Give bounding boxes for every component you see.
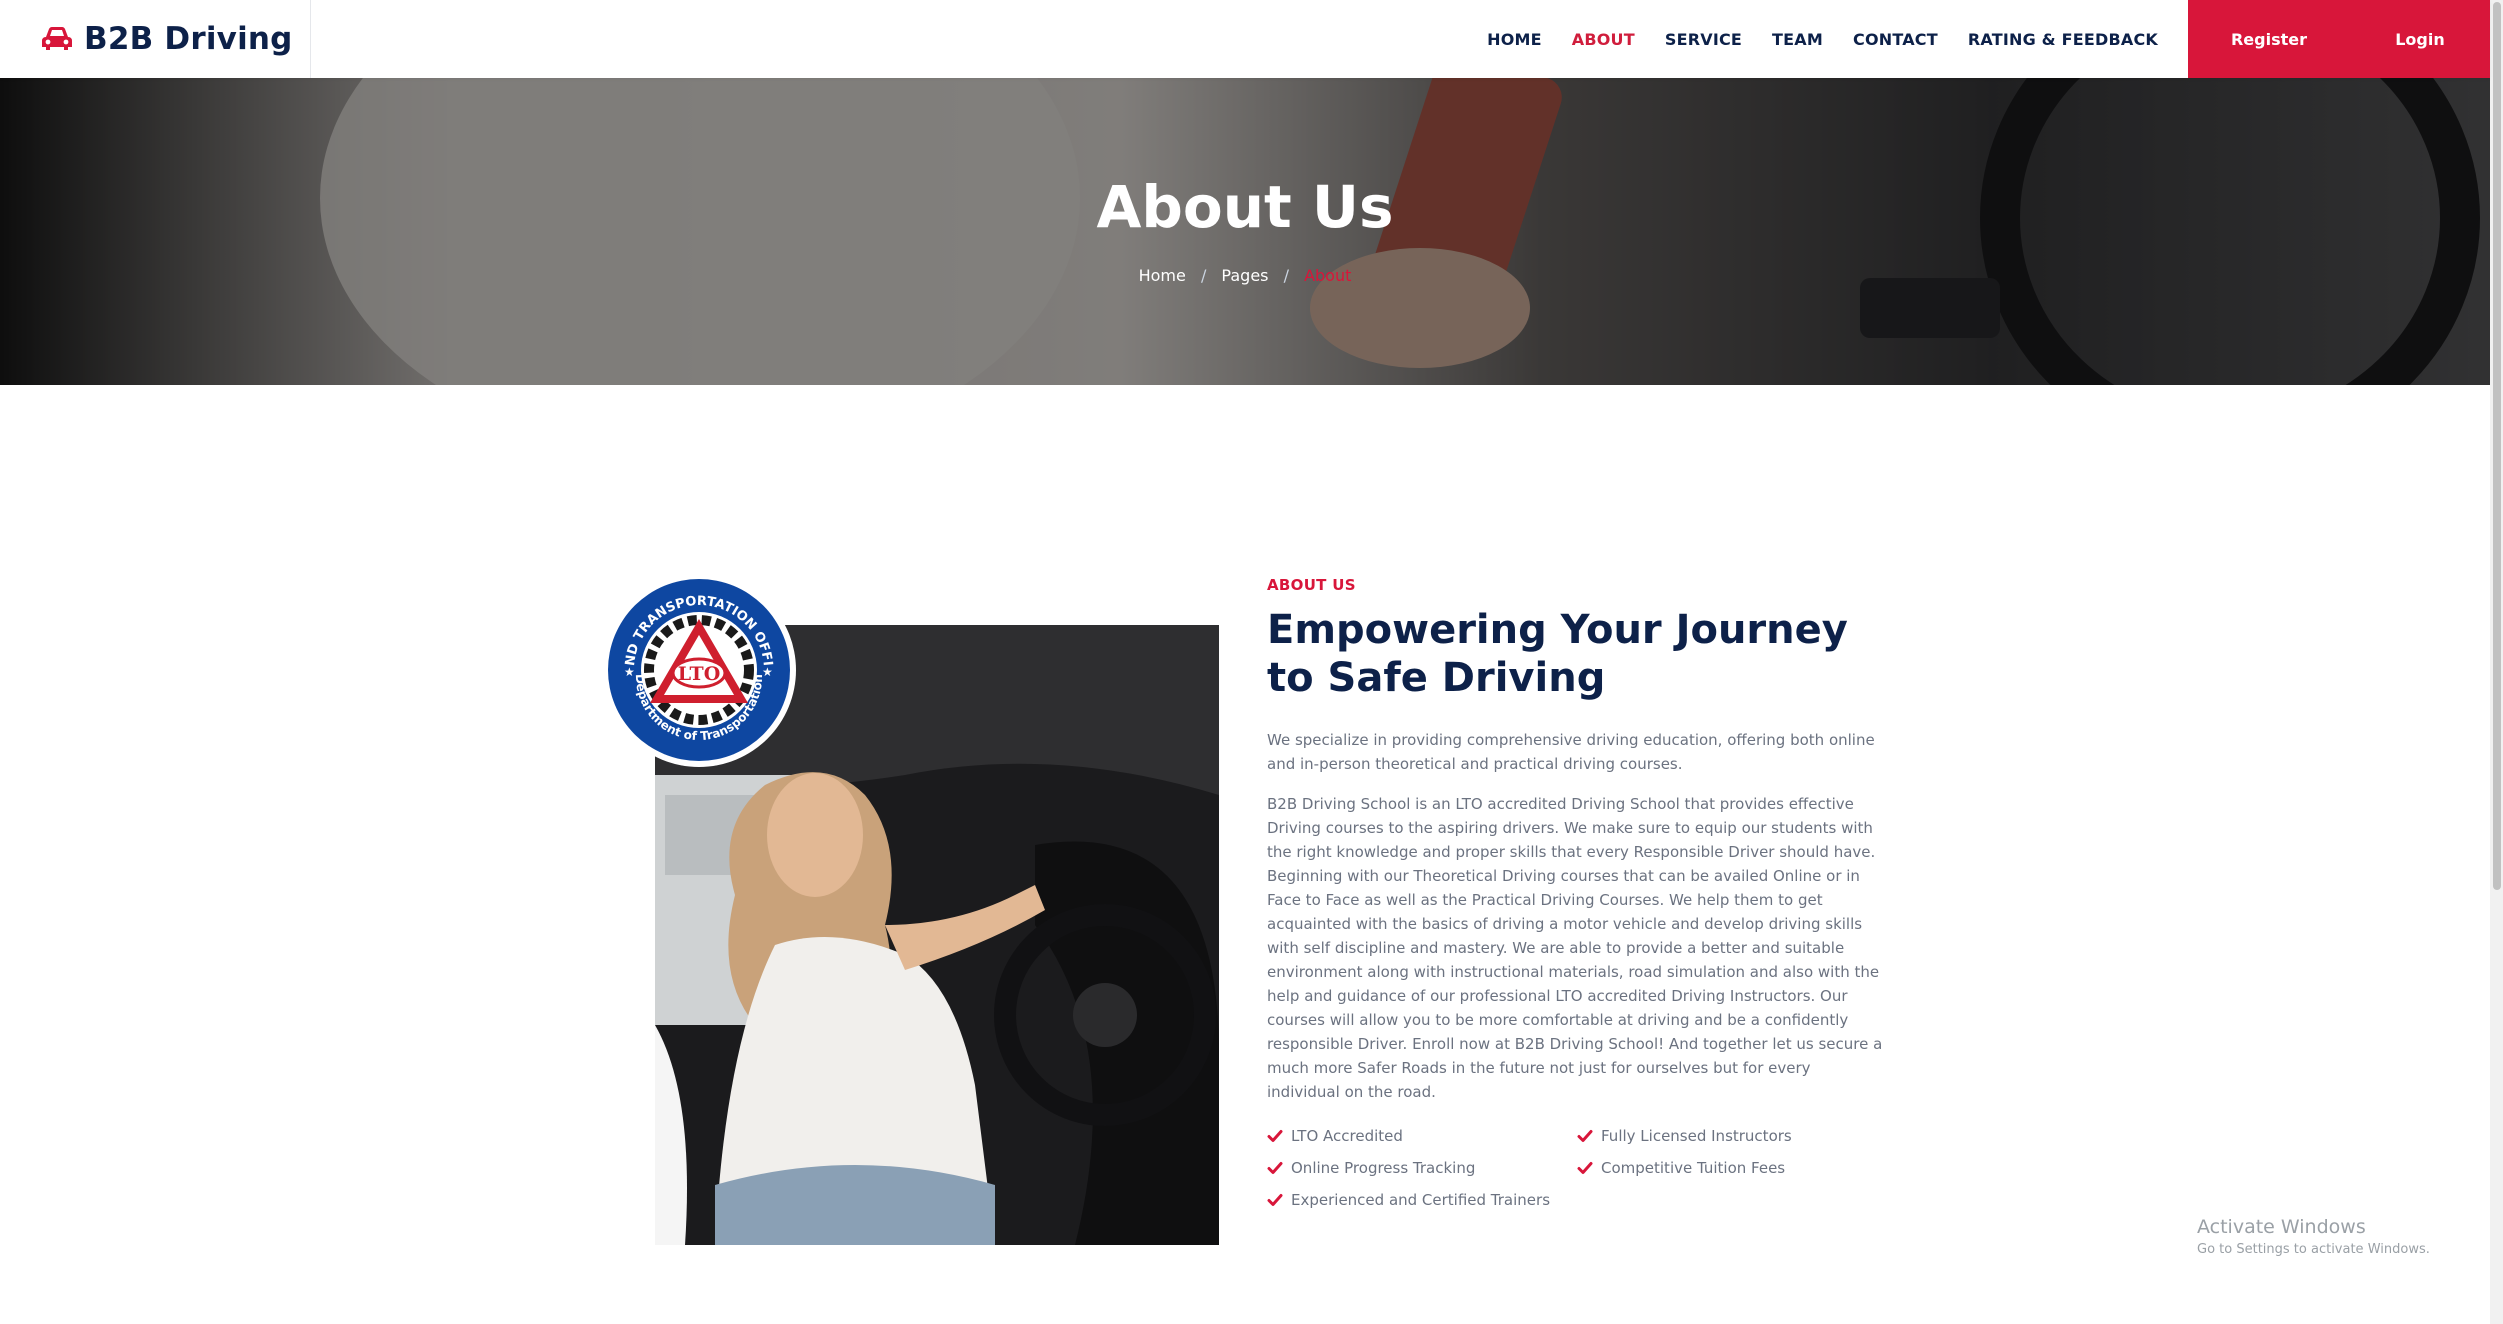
nav-about[interactable]: ABOUT <box>1572 30 1635 49</box>
scrollbar-thumb[interactable] <box>2493 2 2501 890</box>
lto-seal-logo: LAND TRANSPORTATION OFFICE Department of… <box>602 573 796 767</box>
feature-list: LTO Accredited Fully Licensed Instructor… <box>1267 1124 1887 1212</box>
feature-item: Experienced and Certified Trainers <box>1267 1188 1577 1212</box>
feature-item: Online Progress Tracking <box>1267 1156 1577 1180</box>
page-title: About Us <box>1096 173 1394 241</box>
watermark-subtitle: Go to Settings to activate Windows. <box>2197 1242 2430 1257</box>
section-headline: Empowering Your Journey to Safe Driving <box>1267 607 1848 701</box>
nav-service[interactable]: SERVICE <box>1665 30 1742 49</box>
about-body: B2B Driving School is an LTO accredited … <box>1267 795 1883 1101</box>
register-button[interactable]: Register <box>2188 0 2350 78</box>
page-scrollbar[interactable] <box>2490 0 2503 1324</box>
brand-logo[interactable]: B2B Driving <box>0 0 311 78</box>
breadcrumb-separator: / <box>1283 266 1289 285</box>
feature-item: Fully Licensed Instructors <box>1577 1124 1887 1148</box>
about-intro: We specialize in providing comprehensive… <box>1267 731 1875 773</box>
login-button[interactable]: Login <box>2350 0 2490 78</box>
windows-activation-watermark: Activate Windows Go to Settings to activ… <box>2197 1216 2430 1257</box>
check-icon <box>1577 1130 1593 1142</box>
feature-item: Competitive Tuition Fees <box>1577 1156 1887 1180</box>
nav-team[interactable]: TEAM <box>1772 30 1823 49</box>
svg-text:★: ★ <box>624 665 635 679</box>
watermark-title: Activate Windows <box>2197 1216 2366 1238</box>
breadcrumb-separator: / <box>1200 266 1207 285</box>
feature-label: Competitive Tuition Fees <box>1601 1159 1786 1177</box>
check-icon <box>1577 1162 1593 1174</box>
brand-name: B2B Driving <box>84 21 293 57</box>
breadcrumb-home[interactable]: Home <box>1139 266 1186 285</box>
check-icon <box>1267 1194 1283 1206</box>
check-icon <box>1267 1130 1283 1142</box>
feature-label: Fully Licensed Instructors <box>1601 1127 1792 1145</box>
nav-rating-feedback[interactable]: RATING & FEEDBACK <box>1968 30 2158 49</box>
feature-label: Online Progress Tracking <box>1291 1159 1476 1177</box>
nav-home[interactable]: HOME <box>1487 30 1542 49</box>
check-icon <box>1267 1162 1283 1174</box>
breadcrumb-current: About <box>1304 266 1352 285</box>
seal-center-text: LTO <box>678 663 721 685</box>
svg-text:★: ★ <box>762 665 773 679</box>
section-eyebrow: ABOUT US <box>1267 576 1356 594</box>
nav-menu: HOME ABOUT SERVICE TEAM CONTACT RATING &… <box>311 0 2188 78</box>
navbar: B2B Driving HOME ABOUT SERVICE TEAM CONT… <box>0 0 2490 78</box>
feature-label: LTO Accredited <box>1291 1127 1403 1145</box>
nav-contact[interactable]: CONTACT <box>1853 30 1938 49</box>
breadcrumb: Home / Pages / About <box>0 266 2490 285</box>
auth-buttons: Register Login <box>2188 0 2490 78</box>
page-header-hero: About Us Home / Pages / About <box>0 78 2490 385</box>
feature-label: Experienced and Certified Trainers <box>1291 1191 1551 1209</box>
about-section: ABOUT US Empowering Your Journey to Safe… <box>1267 576 1887 1212</box>
car-icon <box>42 27 72 50</box>
feature-item: LTO Accredited <box>1267 1124 1577 1148</box>
breadcrumb-pages[interactable]: Pages <box>1221 266 1268 285</box>
